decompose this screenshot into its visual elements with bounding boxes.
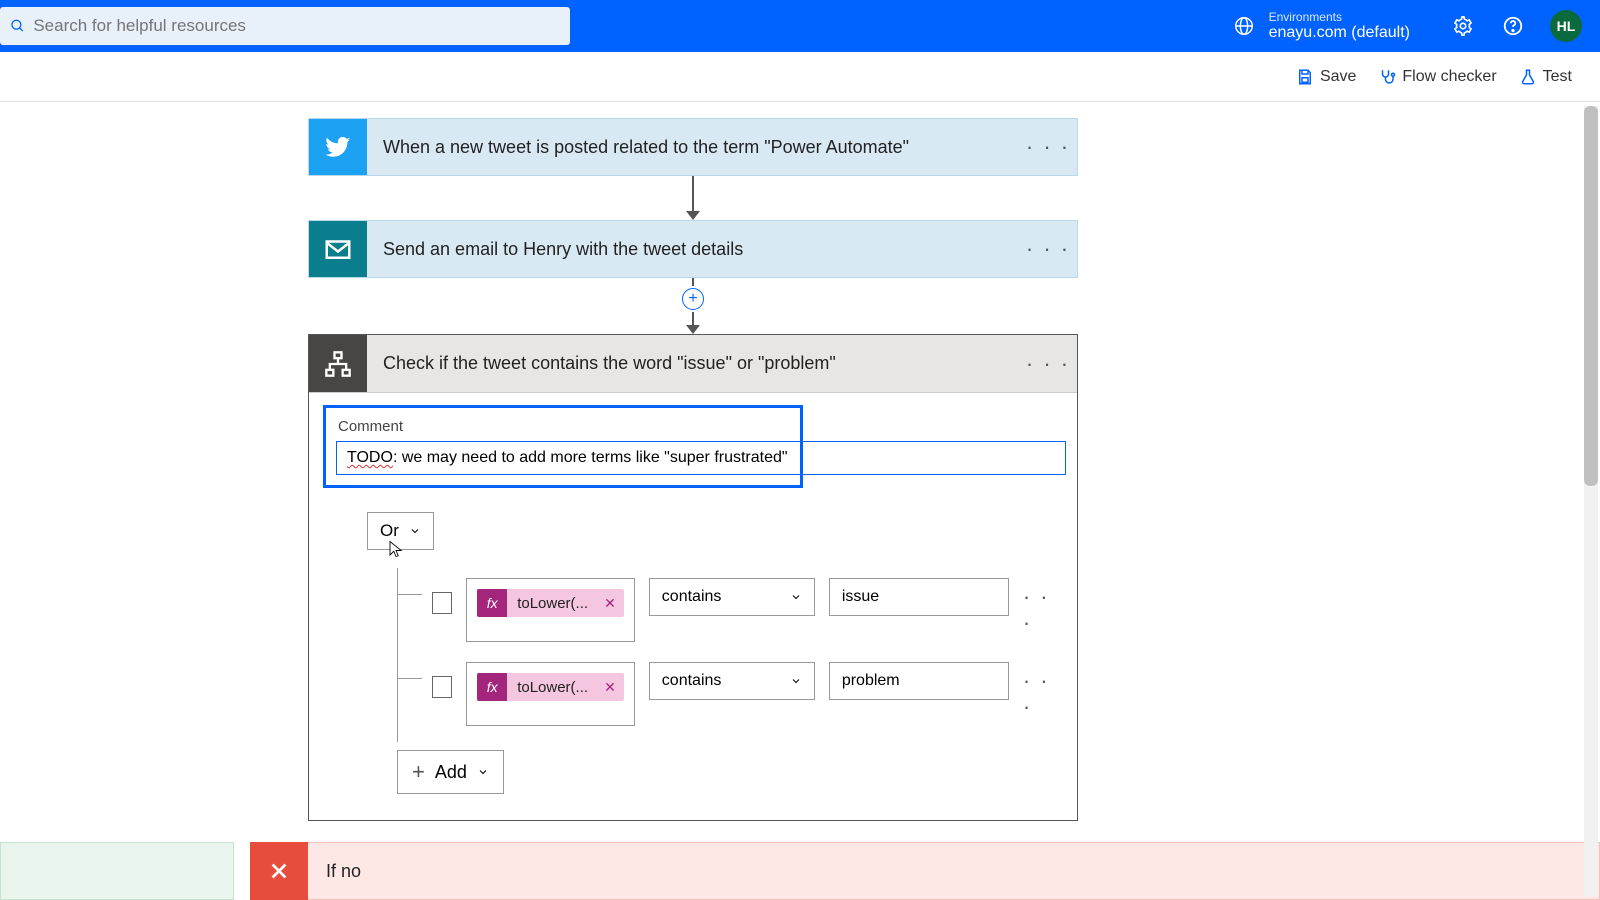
rule-operator-select[interactable]: contains — [649, 578, 815, 616]
add-label: Add — [435, 762, 467, 783]
save-button[interactable]: Save — [1296, 68, 1356, 86]
flow-checker-label: Flow checker — [1402, 68, 1496, 86]
user-avatar[interactable]: HL — [1550, 10, 1582, 42]
connector-arrow-plus: + — [308, 278, 1078, 334]
operator-label: contains — [662, 672, 722, 690]
rule-operator-select[interactable]: contains — [649, 662, 815, 700]
scroll-thumb[interactable] — [1584, 106, 1598, 486]
stethoscope-icon — [1378, 68, 1396, 86]
save-icon — [1296, 68, 1314, 86]
expression-token[interactable]: fx toLower(... ✕ — [477, 673, 624, 701]
designer-toolbar: Save Flow checker Test — [0, 52, 1600, 102]
env-name: enayu.com (default) — [1269, 24, 1410, 42]
email-step[interactable]: Send an email to Henry with the tweet de… — [308, 220, 1078, 278]
if-no-branch[interactable]: If no — [250, 842, 1600, 900]
env-label: Environments — [1269, 11, 1410, 24]
comment-box: Comment TODO: we may need to add more te… — [323, 405, 803, 488]
test-label: Test — [1543, 68, 1572, 86]
rule-left-operand[interactable]: fx toLower(... ✕ — [466, 578, 635, 642]
globe-icon — [1233, 15, 1255, 37]
insert-step-button[interactable]: + — [682, 288, 704, 310]
condition-header[interactable]: Check if the tweet contains the word "is… — [309, 335, 1077, 393]
flask-icon — [1519, 68, 1537, 86]
chevron-down-icon — [790, 591, 802, 603]
rule-left-operand[interactable]: fx toLower(... ✕ — [466, 662, 635, 726]
rule-menu-button[interactable]: · · · — [1023, 584, 1063, 636]
global-search[interactable] — [0, 7, 570, 45]
if-no-label: If no — [308, 842, 1600, 900]
mail-icon — [309, 221, 367, 277]
condition-rule: fx toLower(... ✕ contains · · · — [398, 568, 1063, 652]
test-button[interactable]: Test — [1519, 68, 1572, 86]
trigger-step[interactable]: When a new tweet is posted related to th… — [308, 118, 1078, 176]
expression-token[interactable]: fx toLower(... ✕ — [477, 589, 624, 617]
step-menu-button[interactable]: · · · — [1019, 221, 1077, 277]
close-icon — [250, 842, 308, 900]
trigger-title: When a new tweet is posted related to th… — [367, 119, 1019, 175]
gear-icon[interactable] — [1452, 15, 1474, 37]
rule-menu-button[interactable]: · · · — [1023, 668, 1063, 720]
group-operator-label: Or — [380, 521, 399, 541]
search-input[interactable] — [33, 16, 560, 36]
environment-picker[interactable]: Environments enayu.com (default) — [1233, 11, 1410, 42]
email-title: Send an email to Henry with the tweet de… — [367, 221, 1019, 277]
save-label: Save — [1320, 68, 1356, 86]
operator-label: contains — [662, 588, 722, 606]
fx-icon: fx — [477, 589, 507, 617]
fx-icon: fx — [477, 673, 507, 701]
chevron-down-icon — [477, 766, 489, 778]
rule-value-input[interactable] — [829, 578, 1009, 616]
fx-text: toLower(... — [507, 679, 596, 696]
help-icon[interactable] — [1502, 15, 1524, 37]
condition-group: Or fx toLower(... ✕ — [323, 512, 1063, 794]
condition-icon — [309, 335, 367, 392]
if-yes-branch[interactable] — [0, 842, 234, 900]
group-operator-select[interactable]: Or — [367, 512, 434, 550]
step-menu-button[interactable]: · · · — [1019, 335, 1077, 392]
app-topbar: Environments enayu.com (default) HL — [0, 0, 1600, 52]
twitter-icon — [309, 119, 367, 175]
condition-title: Check if the tweet contains the word "is… — [367, 335, 1019, 392]
condition-step: Check if the tweet contains the word "is… — [308, 334, 1078, 821]
flow-canvas[interactable]: When a new tweet is posted related to th… — [0, 102, 1600, 900]
remove-token-button[interactable]: ✕ — [596, 679, 624, 696]
condition-rule: fx toLower(... ✕ contains · · · — [398, 652, 1063, 736]
remove-token-button[interactable]: ✕ — [596, 595, 624, 612]
plus-icon: + — [412, 759, 425, 785]
connector-arrow — [308, 176, 1078, 220]
add-rule-button[interactable]: + Add — [397, 750, 504, 794]
rule-checkbox[interactable] — [432, 592, 452, 614]
flow-checker-button[interactable]: Flow checker — [1378, 68, 1496, 86]
search-icon — [10, 18, 25, 34]
chevron-down-icon — [790, 675, 802, 687]
step-menu-button[interactable]: · · · — [1019, 119, 1077, 175]
vertical-scrollbar[interactable] — [1584, 106, 1598, 896]
rule-value-input[interactable] — [829, 662, 1009, 700]
comment-label: Comment — [336, 414, 790, 441]
comment-input[interactable]: TODO: we may need to add more terms like… — [336, 441, 1066, 475]
chevron-down-icon — [409, 525, 421, 537]
rule-checkbox[interactable] — [432, 676, 452, 698]
fx-text: toLower(... — [507, 595, 596, 612]
